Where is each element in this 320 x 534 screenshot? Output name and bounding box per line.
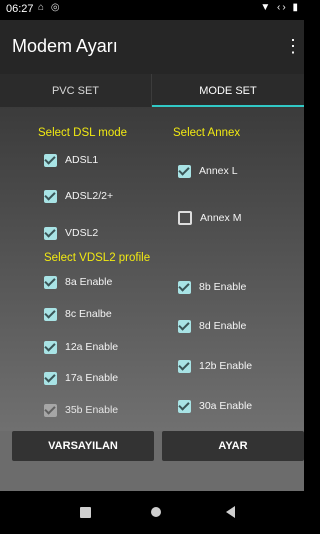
checkbox-12b[interactable]: 12b Enable	[178, 357, 252, 375]
checkbox-label: 12b Enable	[199, 360, 253, 372]
checkbox-adsl2[interactable]: ADSL2/2+	[44, 187, 113, 205]
bottom-bar: VARSAYILAN AYAR	[0, 431, 304, 491]
back-icon[interactable]	[226, 506, 235, 518]
status-bar: 06:27 ⌂ ◎ ▼ ‹› ▮	[0, 0, 304, 20]
checkbox-label: 8d Enable	[199, 320, 247, 332]
checkbox-vdsl2[interactable]: VDSL2	[44, 224, 98, 242]
checkbox-35b: 35b Enable	[44, 401, 118, 419]
checkbox-icon	[178, 280, 191, 294]
checkbox-label: Annex L	[199, 165, 238, 177]
checkbox-label: 8a Enable	[65, 276, 113, 288]
vdsl2-profile-heading: Select VDSL2 profile	[44, 252, 151, 264]
checkbox-label: Annex M	[200, 212, 242, 224]
checkbox-12a[interactable]: 12a Enable	[44, 338, 118, 356]
checkbox-label: ADSL1	[65, 154, 99, 166]
checkbox-annex-m[interactable]: Annex M	[178, 209, 241, 227]
checkbox-8a[interactable]: 8a Enable	[44, 273, 112, 291]
page-title: Modem Ayarı	[12, 36, 118, 56]
checkbox-label: ADSL2/2+	[65, 190, 114, 202]
checkbox-annex-l[interactable]: Annex L	[178, 162, 238, 180]
annex-heading: Select Annex	[173, 127, 241, 139]
recents-icon[interactable]	[80, 507, 91, 518]
checkbox-icon	[44, 226, 57, 240]
checkbox-label: 12a Enable	[65, 341, 119, 353]
checkbox-label: 17a Enable	[65, 372, 119, 384]
checkbox-icon	[178, 319, 191, 333]
dsl-mode-heading: Select DSL mode	[38, 127, 128, 139]
checkbox-icon	[178, 211, 192, 225]
checkbox-30a[interactable]: 30a Enable	[178, 397, 252, 415]
notification-icons: ⌂ ◎	[38, 2, 62, 13]
checkbox-label: VDSL2	[65, 227, 99, 239]
tab-pvc-set[interactable]: PVC SET	[0, 74, 152, 107]
checkbox-label: 35b Enable	[65, 404, 119, 416]
checkbox-8b[interactable]: 8b Enable	[178, 278, 246, 296]
checkbox-icon	[44, 275, 57, 289]
tab-bar: PVC SET MODE SET	[0, 74, 304, 107]
status-time: 06:27	[6, 3, 34, 15]
navigation-bar	[0, 491, 304, 534]
default-button[interactable]: VARSAYILAN	[12, 431, 154, 461]
apply-button[interactable]: AYAR	[162, 431, 304, 461]
checkbox-17a[interactable]: 17a Enable	[44, 369, 118, 387]
checkbox-label: 30a Enable	[199, 400, 253, 412]
overflow-menu-icon[interactable]: ⋮	[284, 36, 302, 57]
tab-mode-set[interactable]: MODE SET	[152, 74, 304, 107]
checkbox-8d[interactable]: 8d Enable	[178, 317, 246, 335]
home-icon[interactable]	[151, 507, 161, 517]
checkbox-8c[interactable]: 8c Enalbe	[44, 305, 112, 323]
app-bar: Modem Ayarı ⋮	[0, 20, 304, 74]
system-icons: ▼ ‹› ▮	[260, 2, 300, 13]
checkbox-icon	[44, 403, 57, 417]
checkbox-icon	[178, 164, 191, 178]
checkbox-icon	[44, 340, 57, 354]
checkbox-icon	[178, 359, 191, 373]
checkbox-icon	[44, 189, 57, 203]
checkbox-label: 8b Enable	[199, 281, 247, 293]
checkbox-label: 8c Enalbe	[65, 308, 112, 320]
checkbox-adsl1[interactable]: ADSL1	[44, 151, 98, 169]
checkbox-icon	[44, 371, 57, 385]
mode-set-panel: Select DSL mode Select Annex ADSL1 ADSL2…	[0, 107, 304, 431]
checkbox-icon	[178, 399, 191, 413]
checkbox-icon	[44, 307, 57, 321]
checkbox-icon	[44, 153, 57, 167]
